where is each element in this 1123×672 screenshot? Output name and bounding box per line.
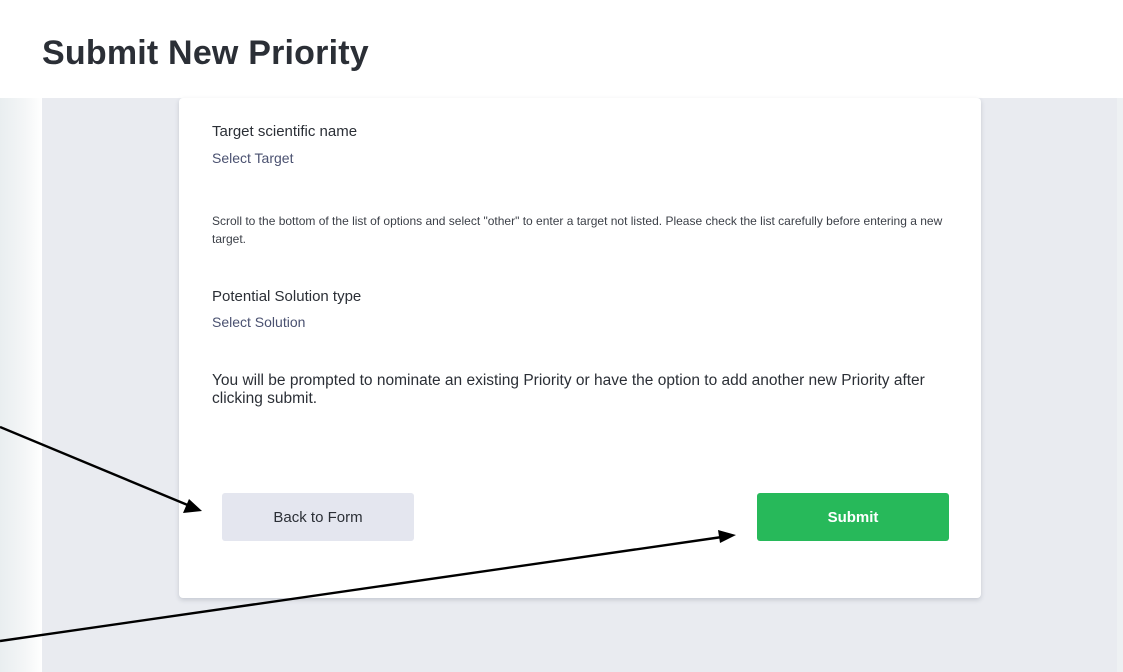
priority-form-card: Target scientific name Select Target Scr… [179,98,981,598]
left-background-edge [0,0,42,672]
submit-button[interactable]: Submit [757,493,949,541]
solution-select[interactable]: Select Solution [212,314,305,330]
target-help-text: Scroll to the bottom of the list of opti… [212,214,943,246]
submit-notice-text: You will be prompted to nominate an exis… [212,372,925,407]
back-to-form-button[interactable]: Back to Form [222,493,414,541]
target-name-label: Target scientific name [212,123,358,140]
page-title: Submit New Priority [42,34,369,72]
page-header: Submit New Priority [0,0,1123,98]
target-select[interactable]: Select Target [212,150,293,166]
right-background-edge [1117,98,1123,672]
solution-type-label: Potential Solution type [212,288,362,305]
